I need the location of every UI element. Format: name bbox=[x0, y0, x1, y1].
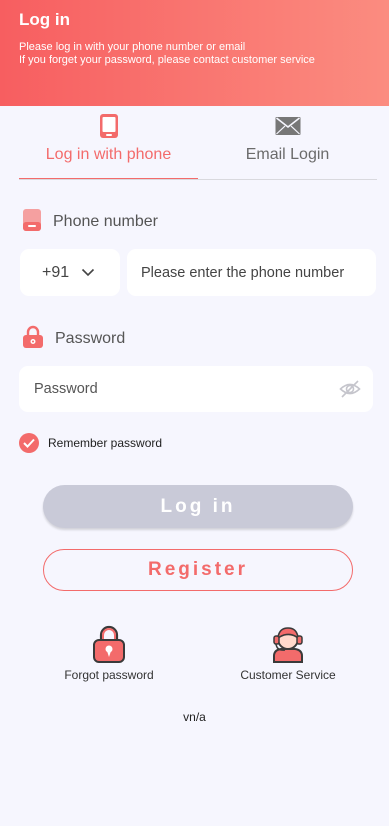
login-button[interactable]: Log in bbox=[43, 485, 353, 528]
forgot-password-label: Forgot password bbox=[64, 668, 154, 682]
customer-service-label: Customer Service bbox=[240, 668, 336, 682]
tab-phone-label: Log in with phone bbox=[45, 146, 172, 163]
tab-phone-login[interactable]: Log in with phone bbox=[19, 110, 198, 180]
version-label: vn/a bbox=[183, 710, 206, 724]
phone-number-input[interactable] bbox=[127, 249, 376, 296]
forgot-password-link[interactable]: Forgot password bbox=[44, 624, 174, 682]
tab-email-label: Email Login bbox=[245, 146, 330, 163]
chevron-down-icon bbox=[81, 265, 95, 284]
customer-service-link[interactable]: Customer Service bbox=[223, 624, 353, 682]
register-button[interactable]: Register bbox=[43, 549, 353, 591]
checkmark-icon bbox=[19, 433, 39, 453]
login-tabs: Log in with phone Email Login bbox=[19, 110, 377, 180]
lock-icon bbox=[22, 325, 44, 354]
tab-email-login[interactable]: Email Login bbox=[198, 110, 377, 180]
phone-label-row: Phone number bbox=[22, 208, 158, 237]
header-line-2: If you forget your password, please cont… bbox=[19, 54, 315, 66]
header-line-1: Please log in with your phone number or … bbox=[19, 41, 246, 53]
password-input[interactable] bbox=[19, 366, 373, 412]
header-subtitle: Please log in with your phone number or … bbox=[19, 41, 370, 67]
customer-service-icon bbox=[223, 624, 353, 664]
country-code-select[interactable]: +91 bbox=[20, 249, 120, 296]
password-label-row: Password bbox=[22, 325, 126, 354]
tabs-divider bbox=[19, 179, 377, 180]
page-title: Log in bbox=[19, 10, 70, 29]
padlock-icon bbox=[44, 624, 174, 664]
mail-icon bbox=[275, 113, 301, 142]
header: Log in Please log in with your phone num… bbox=[0, 0, 389, 106]
phone-icon bbox=[99, 113, 119, 144]
eye-off-icon[interactable] bbox=[339, 379, 361, 404]
phone-number-label: Phone number bbox=[53, 213, 158, 230]
phone-field-icon bbox=[22, 208, 42, 237]
remember-password-toggle[interactable]: Remember password bbox=[19, 433, 162, 453]
country-code-value: +91 bbox=[42, 263, 70, 281]
remember-password-label: Remember password bbox=[48, 436, 163, 450]
password-label: Password bbox=[55, 330, 126, 347]
